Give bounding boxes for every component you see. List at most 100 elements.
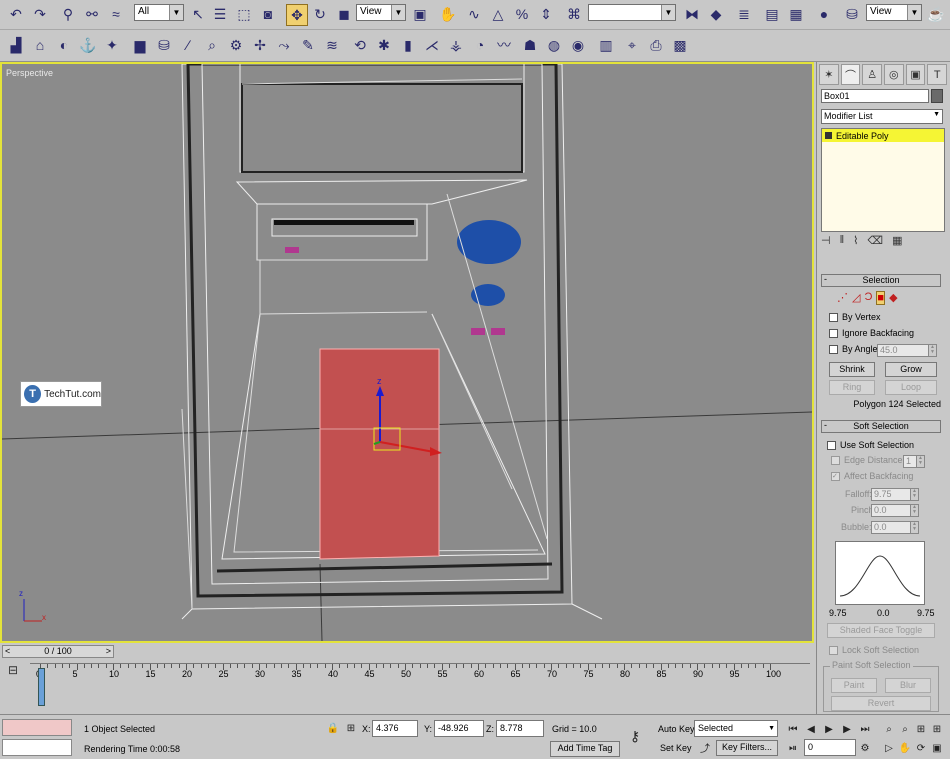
by-vertex-checkbox[interactable]: By Vertex (829, 312, 881, 322)
tool-icon-6[interactable]: ▆ (130, 35, 150, 55)
edge-icon[interactable]: ◿ (852, 291, 860, 305)
zoom-icon[interactable]: ⌕ (882, 722, 896, 736)
film-icon[interactable]: ▩ (670, 35, 690, 55)
key-mode-dropdown[interactable]: Selected ▼ (694, 720, 778, 737)
loop-button[interactable]: Loop (885, 380, 937, 395)
key-mode-toggle-icon[interactable]: ⏯ (786, 741, 800, 755)
affect-backfacing-checkbox[interactable]: ✓ Affect Backfacing (831, 471, 913, 481)
bubble-spinner[interactable]: 0.0 ▲ ▼ (871, 521, 919, 534)
border-icon[interactable]: Ɔ (864, 291, 872, 305)
maxscript-listener-pink[interactable] (2, 719, 72, 736)
ring-button[interactable]: Ring (829, 380, 875, 395)
tool-icon-10[interactable]: ⚙ (226, 35, 246, 55)
key-icon[interactable]: ⚷ (628, 728, 642, 744)
quick-render-icon[interactable]: ☕ (926, 4, 946, 24)
hierarchy-tab-icon[interactable]: ♙ (862, 64, 883, 85)
lock-selection-icon[interactable]: 🔒 (326, 721, 340, 735)
tool-icon-24[interactable]: ◉ (568, 35, 588, 55)
object-color-swatch[interactable] (931, 89, 943, 103)
bind-space-warp-icon[interactable]: ≈ (106, 4, 126, 24)
tool-icon-17[interactable]: ▮ (398, 35, 418, 55)
current-frame-field[interactable]: 0 (804, 739, 856, 756)
select-object-icon[interactable]: ↖ (188, 4, 208, 24)
by-angle-checkbox[interactable]: By Angle: (829, 344, 880, 354)
y-coordinate-field[interactable]: -48.926 (434, 720, 484, 737)
tool-icon-5[interactable]: ✦ (102, 35, 122, 55)
rotate-icon[interactable]: ↻ (310, 4, 330, 24)
tool-icon-1[interactable]: ▟ (6, 35, 26, 55)
tool-icon-8[interactable]: ∕ (178, 35, 198, 55)
play-icon[interactable]: ▶ (822, 722, 836, 736)
expand-icon[interactable] (825, 132, 832, 139)
pinch-spinner[interactable]: 0.0 ▲ ▼ (871, 504, 919, 517)
percent-snap-icon[interactable]: % (512, 4, 532, 24)
tool-icon-12[interactable]: ⤳ (274, 35, 294, 55)
select-link-icon[interactable]: ⚲ (58, 4, 78, 24)
move-icon[interactable]: ✥ (286, 4, 308, 26)
selection-rollout-header[interactable]: - Selection (821, 274, 941, 287)
mirror-icon[interactable]: ⧓ (682, 4, 702, 24)
tool-icon-13[interactable]: ✎ (298, 35, 318, 55)
tool-icon-22[interactable]: ☗ (520, 35, 540, 55)
rectangular-selection-icon[interactable]: ⬚ (234, 4, 254, 24)
blur-button[interactable]: Blur (885, 678, 931, 693)
go-to-start-icon[interactable]: ⏮ (786, 722, 800, 736)
motion-tab-icon[interactable]: ◎ (884, 64, 904, 85)
viewport-label[interactable]: Perspective (6, 68, 53, 78)
show-end-result-icon[interactable]: ‖ (840, 234, 845, 252)
absolute-mode-icon[interactable]: ⊞ (344, 721, 358, 735)
spinner-snap-icon[interactable]: ⇕ (536, 4, 556, 24)
angle-snap-icon[interactable]: △ (488, 4, 508, 24)
make-unique-icon[interactable]: ⌇ (853, 234, 858, 252)
tool-icon-4[interactable]: ⚓ (78, 35, 98, 55)
perspective-viewport[interactable]: z z x Perspective T TechTut.com (0, 62, 814, 643)
object-name-field[interactable]: Box01 (821, 89, 929, 103)
z-coordinate-field[interactable]: 8.778 (496, 720, 544, 737)
tool-icon-7[interactable]: ⛁ (154, 35, 174, 55)
vertex-icon[interactable]: ⋰ (837, 291, 848, 305)
reference-coordinate-dropdown[interactable]: View ▼ (356, 4, 406, 21)
shrink-button[interactable]: Shrink (829, 362, 875, 377)
add-time-tag-button[interactable]: Add Time Tag (550, 741, 620, 757)
x-coordinate-field[interactable]: 4.376 (372, 720, 418, 737)
mini-curve-editor-icon[interactable]: ⊟ (8, 663, 18, 677)
pin-stack-icon[interactable]: ⊣ (821, 234, 831, 252)
grow-button[interactable]: Grow (885, 362, 937, 377)
tool-icon-25[interactable]: ▥ (596, 35, 616, 55)
display-tab-icon[interactable]: ▣ (905, 64, 926, 85)
arc-rotate-icon[interactable]: ⟳ (914, 741, 928, 755)
align-icon[interactable]: ◆ (706, 4, 726, 24)
pivot-center-icon[interactable]: ▣ (410, 4, 430, 24)
key-filters-button[interactable]: Key Filters... (716, 740, 778, 756)
use-soft-selection-checkbox[interactable]: Use Soft Selection (827, 440, 914, 450)
modifier-list-dropdown[interactable]: Modifier List ▼ (821, 109, 943, 124)
lock-soft-selection-checkbox[interactable]: Lock Soft Selection (829, 645, 919, 655)
unlink-icon[interactable]: ⚯ (82, 4, 102, 24)
edge-distance-spinner[interactable]: 1 ▲ ▼ (903, 455, 925, 468)
tool-icon-16[interactable]: ✱ (374, 35, 394, 55)
curve-editor-icon[interactable]: ▤ (762, 4, 782, 24)
tool-icon-3[interactable]: ◐ (54, 35, 74, 55)
snaps-icon[interactable]: ∿ (464, 4, 484, 24)
tool-icon-15[interactable]: ⟲ (350, 35, 370, 55)
undo-icon[interactable]: ↶ (6, 4, 26, 24)
set-key-label[interactable]: Set Key (660, 743, 692, 753)
default-in-out-tangent-icon[interactable]: ⤴ (698, 740, 712, 755)
ignore-backfacing-checkbox[interactable]: Ignore Backfacing (829, 328, 914, 338)
named-selection-dropdown[interactable]: ▼ (588, 4, 676, 21)
window-crossing-icon[interactable]: ◙ (258, 4, 278, 24)
time-cursor[interactable] (38, 668, 45, 706)
auto-key-label[interactable]: Auto Key (658, 724, 695, 734)
pan-icon[interactable]: ✋ (898, 741, 912, 755)
tool-icon-23[interactable]: ◍ (544, 35, 564, 55)
redo-icon[interactable]: ↷ (30, 4, 50, 24)
previous-frame-icon[interactable]: ◀ (804, 722, 818, 736)
tool-icon-18[interactable]: ⋌ (422, 35, 442, 55)
material-editor-icon[interactable]: ● (814, 4, 834, 24)
time-slider[interactable]: < 0 / 100 > (2, 645, 114, 658)
timeline-track[interactable]: 0510152025303540455055606570758085909510… (30, 663, 810, 709)
layer-manager-icon[interactable]: ≣ (734, 4, 754, 24)
edge-distance-checkbox[interactable]: Edge Distance: (831, 455, 905, 465)
scale-icon[interactable]: ◼ (334, 4, 354, 24)
soft-selection-rollout-header[interactable]: - Soft Selection (821, 420, 941, 433)
